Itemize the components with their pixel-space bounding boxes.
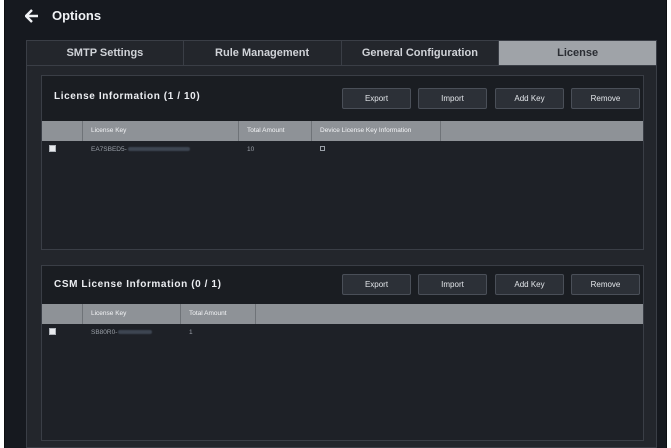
csm-add-key-button[interactable]: Add Key [495, 274, 564, 295]
license-panel-header: License Information (1 / 10) Export Impo… [42, 76, 643, 121]
export-button[interactable]: Export [342, 88, 411, 109]
column-total-amount[interactable]: Total Amount [239, 121, 312, 141]
license-panel-title: License Information (1 / 10) [54, 91, 201, 102]
license-table-header: License Key Total Amount Device License … [42, 121, 643, 141]
csm-column-total-amount[interactable]: Total Amount [181, 304, 256, 324]
row-checkbox[interactable] [49, 145, 56, 152]
csm-select-column-header[interactable] [42, 304, 83, 324]
table-row[interactable]: SB80R0- 1 [42, 324, 643, 340]
csm-remove-button[interactable]: Remove [571, 274, 640, 295]
device-info-checkbox[interactable] [320, 146, 325, 152]
license-info-panel: License Information (1 / 10) Export Impo… [41, 75, 644, 250]
license-key-cell: EA7SBED5- [83, 146, 239, 153]
total-amount-cell: 10 [247, 145, 255, 153]
csm-column-license-key[interactable]: License Key [83, 304, 181, 324]
tab-bar: SMTP Settings Rule Management General Co… [26, 40, 657, 65]
column-license-key[interactable]: License Key [83, 121, 239, 141]
csm-license-key-value: SB80R0- [91, 328, 118, 336]
csm-table-header: License Key Total Amount [42, 304, 643, 324]
csm-import-button[interactable]: Import [418, 274, 487, 295]
csm-row-checkbox[interactable] [49, 328, 56, 335]
tab-smtp-settings[interactable]: SMTP Settings [26, 40, 184, 65]
csm-panel-title: CSM License Information (0 / 1) [54, 279, 222, 290]
window-title: Options [52, 8, 102, 23]
csm-redacted-key [118, 329, 153, 334]
import-button[interactable]: Import [418, 88, 487, 109]
tab-general-configuration[interactable]: General Configuration [341, 40, 500, 65]
device-info-cell [312, 146, 441, 153]
csm-total-amount-cell: 1 [189, 328, 193, 336]
options-window: Options SMTP Settings Rule Management Ge… [4, 0, 667, 448]
column-device-license-info[interactable]: Device License Key Information [312, 121, 441, 141]
table-row[interactable]: EA7SBED5- 10 [42, 141, 643, 157]
csm-license-key-cell: SB80R0- [83, 329, 181, 336]
select-column-header[interactable] [42, 121, 83, 141]
csm-export-button[interactable]: Export [342, 274, 411, 295]
csm-license-panel: CSM License Information (0 / 1) Export I… [41, 265, 644, 441]
tab-rule-management[interactable]: Rule Management [183, 40, 342, 65]
redacted-key [127, 146, 190, 151]
back-arrow-icon[interactable] [25, 9, 39, 23]
license-key-value: EA7SBED5- [91, 145, 127, 153]
tab-license[interactable]: License [499, 40, 657, 65]
remove-button[interactable]: Remove [571, 88, 640, 109]
add-key-button[interactable]: Add Key [495, 88, 564, 109]
title-bar: Options [5, 0, 666, 34]
license-content: License Information (1 / 10) Export Impo… [26, 65, 657, 448]
